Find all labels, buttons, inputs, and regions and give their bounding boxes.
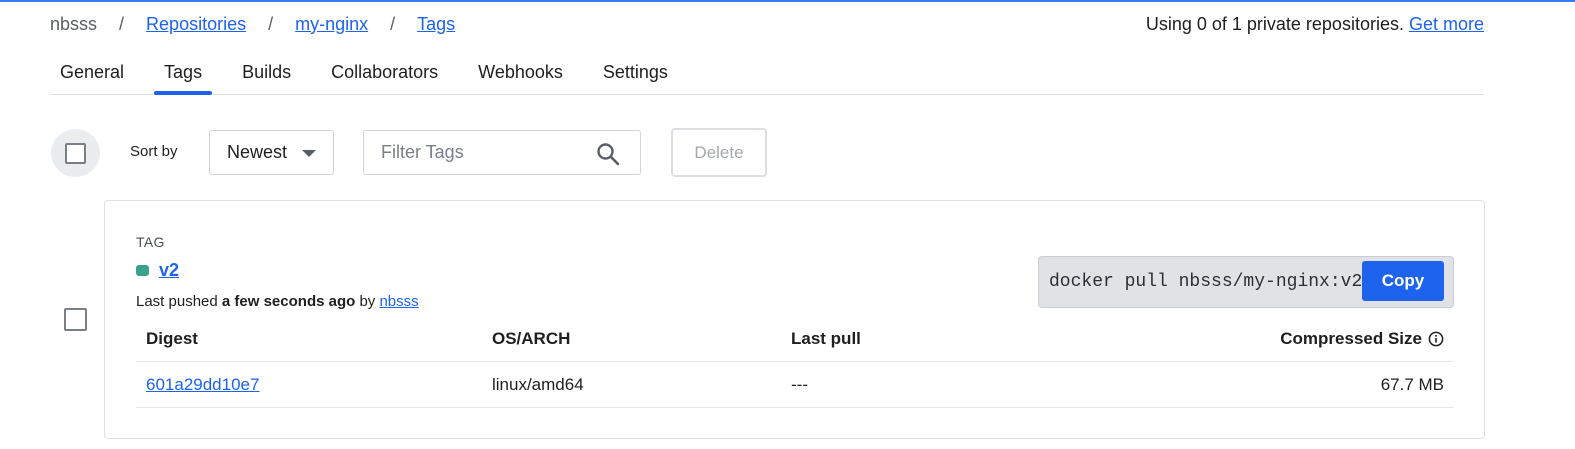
os-arch-cell: linux/amd64: [492, 375, 584, 394]
header-os-arch: OS/ARCH: [492, 329, 571, 348]
repo-tabs: General Tags Builds Collaborators Webhoo…: [50, 54, 1484, 95]
select-all-checkbox[interactable]: [51, 129, 100, 177]
last-pull-cell: ---: [791, 375, 808, 394]
header-compressed-size-label: Compressed Size: [1280, 329, 1422, 348]
sort-select[interactable]: Newest: [209, 130, 334, 175]
tab-settings[interactable]: Settings: [593, 54, 678, 94]
tab-collaborators[interactable]: Collaborators: [321, 54, 448, 94]
last-pushed-text: Last pushed a few seconds ago by nbsss: [136, 293, 419, 310]
tab-general[interactable]: General: [50, 54, 134, 94]
search-icon[interactable]: [596, 142, 620, 171]
get-more-link[interactable]: Get more: [1409, 14, 1484, 35]
breadcrumb-separator: /: [390, 13, 396, 34]
usage-text: Using 0 of 1 private repositories.: [1145, 13, 1404, 34]
header-compressed-size: Compressed Size: [1280, 316, 1444, 362]
tab-builds[interactable]: Builds: [232, 54, 301, 94]
tag-name-link[interactable]: v2: [159, 260, 179, 281]
delete-button[interactable]: Delete: [671, 128, 767, 177]
copy-button[interactable]: Copy: [1362, 261, 1444, 301]
filter-tags-field[interactable]: [363, 130, 641, 175]
header-last-pull: Last pull: [791, 329, 861, 348]
digest-table-header: Digest OS/ARCH Last pull Compressed Size: [136, 316, 1454, 362]
pushed-prefix: Last pushed: [136, 293, 218, 310]
digest-table: Digest OS/ARCH Last pull Compressed Size…: [136, 316, 1454, 408]
filter-tags-input[interactable]: [364, 142, 584, 163]
tag-row-checkbox[interactable]: [64, 308, 87, 331]
breadcrumb-repo-link[interactable]: my-nginx: [295, 14, 368, 35]
docker-pull-command[interactable]: docker pull nbsss/my-nginx:v2: [1039, 272, 1362, 292]
tag-name-row: v2: [136, 260, 179, 281]
breadcrumb-tags-link[interactable]: Tags: [417, 14, 455, 35]
tag-status-dot-icon: [136, 265, 149, 276]
compressed-size-cell: 67.7 MB: [1380, 375, 1444, 394]
docker-pull-command-box: docker pull nbsss/my-nginx:v2 Copy: [1038, 256, 1454, 308]
tag-heading: TAG: [136, 234, 165, 250]
header-digest: Digest: [146, 329, 198, 348]
private-repo-usage: Using 0 of 1 private repositories. Get m…: [1146, 12, 1484, 36]
tag-card: TAG v2 Last pushed a few seconds ago by …: [104, 200, 1485, 439]
checkbox-box: [65, 142, 86, 164]
info-icon[interactable]: [1428, 331, 1444, 347]
digest-cell: 601a29dd10e7: [146, 362, 259, 408]
breadcrumb-namespace: nbsss: [50, 13, 98, 34]
breadcrumb-separator: /: [268, 13, 274, 34]
tab-tags[interactable]: Tags: [154, 54, 213, 95]
breadcrumb: nbsss / Repositories / my-nginx / Tags: [50, 12, 455, 36]
sort-select-value: Newest: [227, 142, 288, 162]
pushed-time: a few seconds ago: [221, 293, 356, 310]
pushed-by-word: by: [359, 293, 376, 310]
caret-down-icon: [302, 150, 316, 157]
page-top-progress-line: [0, 0, 1575, 2]
table-row: 601a29dd10e7 linux/amd64 --- 67.7 MB: [136, 362, 1454, 408]
breadcrumb-separator: /: [119, 13, 125, 34]
pushed-by-user-link[interactable]: nbsss: [379, 293, 418, 310]
breadcrumb-repositories-link[interactable]: Repositories: [146, 14, 246, 35]
tab-webhooks[interactable]: Webhooks: [468, 54, 573, 94]
sort-by-label: Sort by: [130, 143, 178, 160]
digest-link[interactable]: 601a29dd10e7: [146, 375, 259, 395]
